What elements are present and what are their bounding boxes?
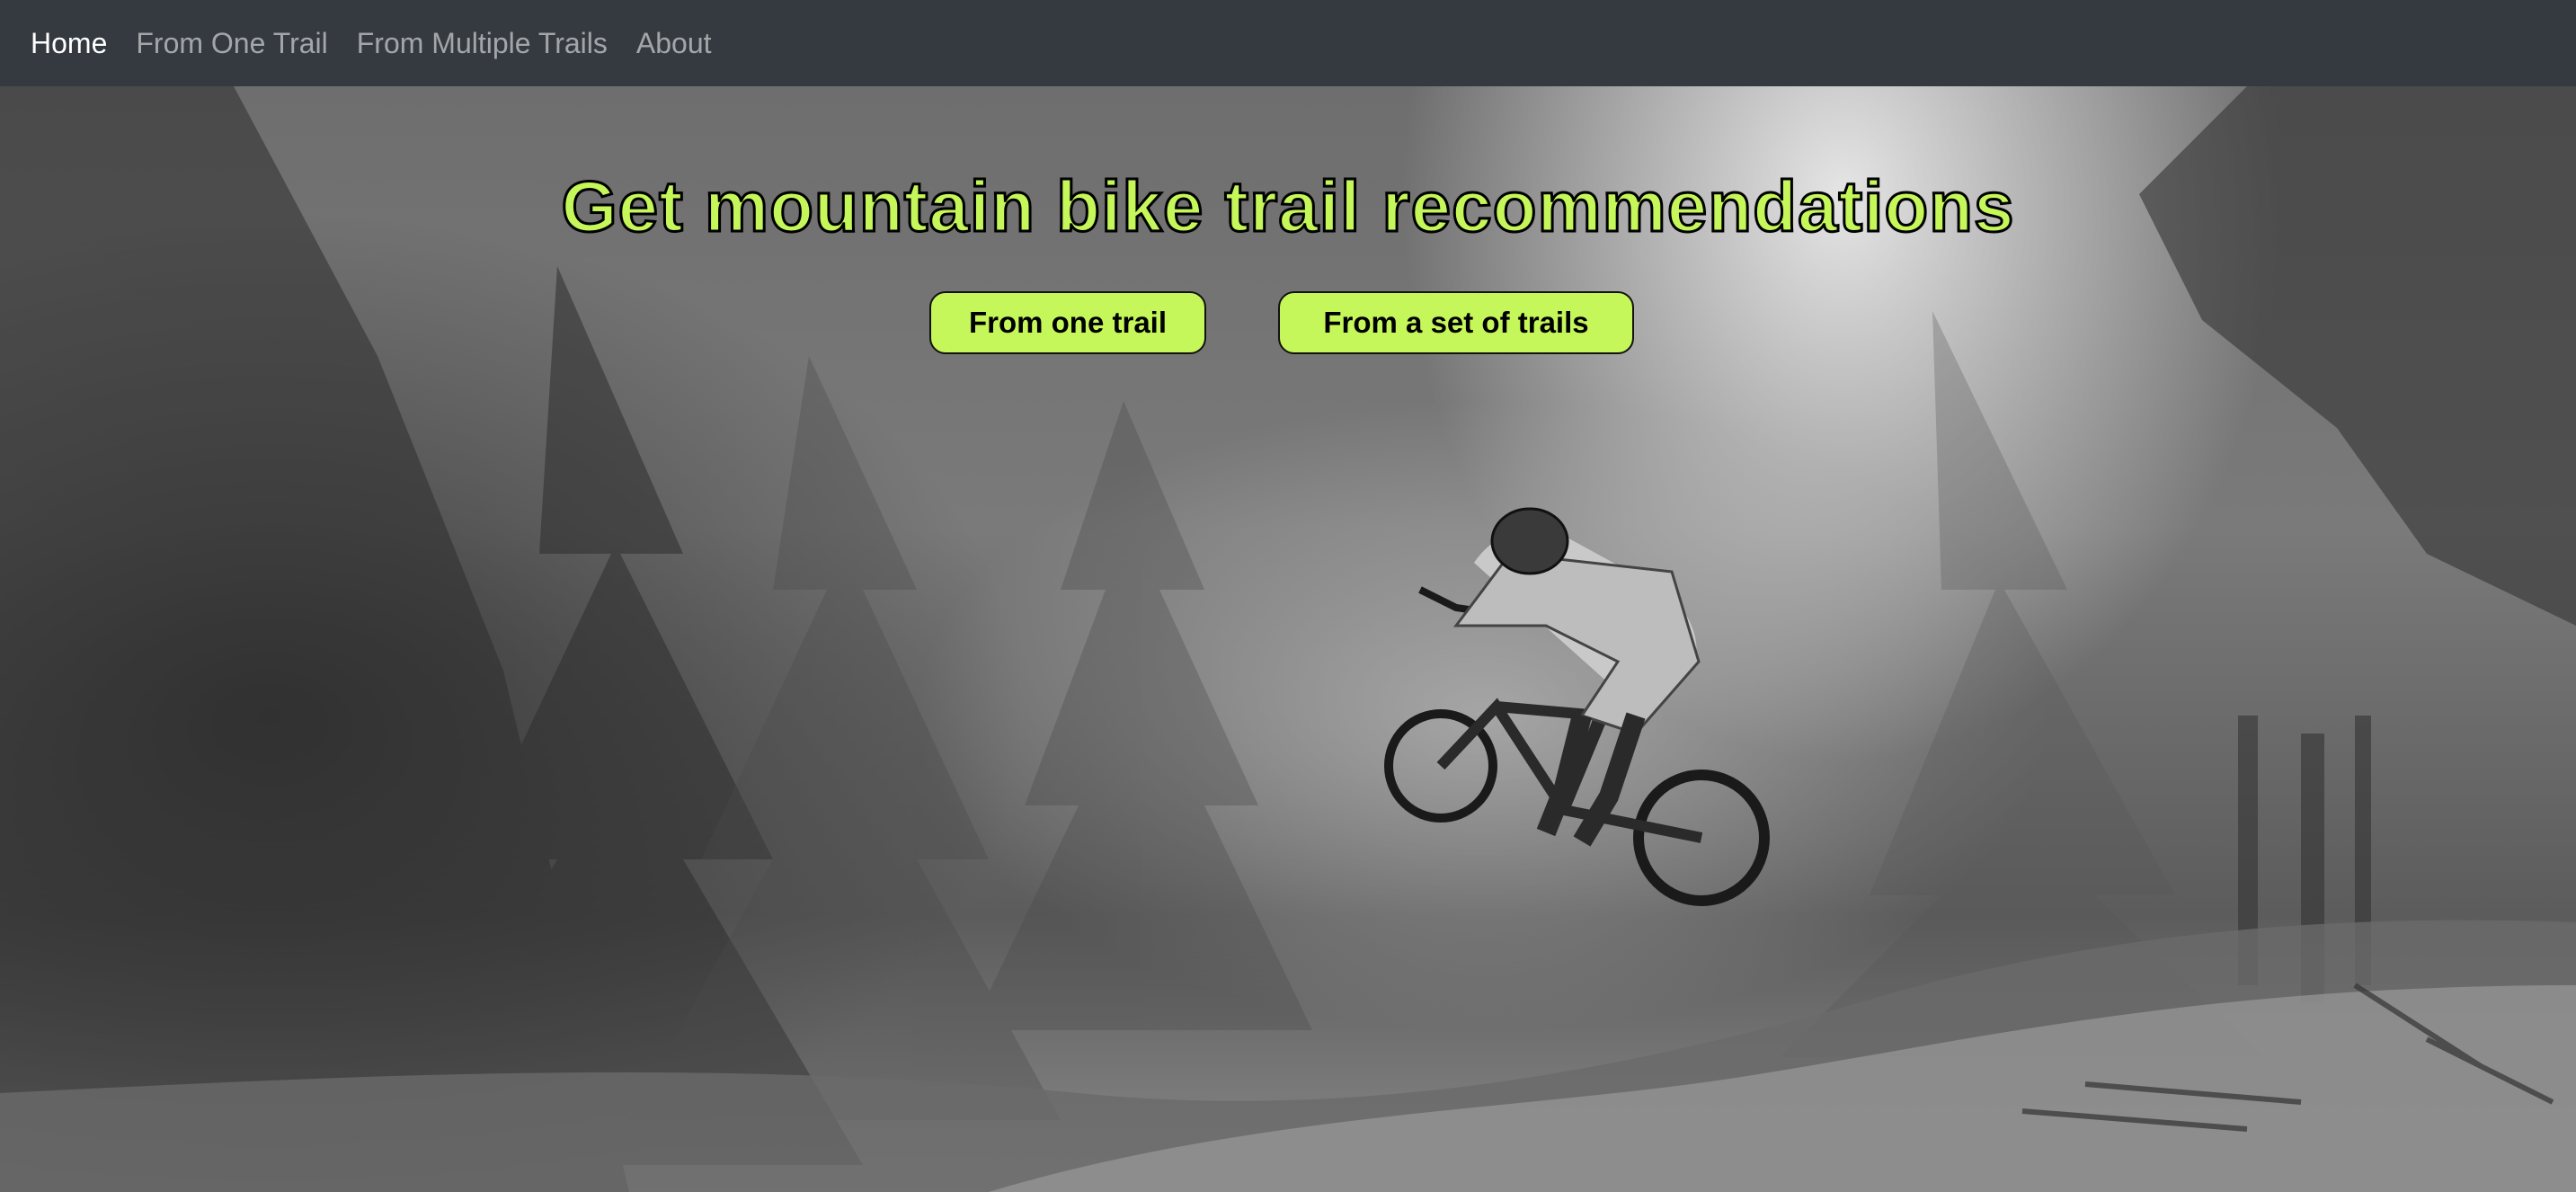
nav-from-one-trail[interactable]: From One Trail: [136, 27, 327, 60]
nav-about[interactable]: About: [636, 27, 712, 60]
top-navbar: Home From One Trail From Multiple Trails…: [0, 0, 2576, 86]
from-one-trail-button[interactable]: From one trail: [929, 291, 1206, 354]
hero-background-image: [0, 86, 2576, 1192]
from-set-of-trails-button[interactable]: From a set of trails: [1278, 291, 1634, 354]
mountain-biker-illustration: [1384, 507, 1770, 906]
nav-home[interactable]: Home: [31, 27, 107, 60]
hero-section: Get mountain bike trail recommendations …: [0, 86, 2576, 1192]
hero-title: Get mountain bike trail recommendations: [560, 165, 2015, 248]
nav-from-multiple-trails[interactable]: From Multiple Trails: [357, 27, 608, 60]
